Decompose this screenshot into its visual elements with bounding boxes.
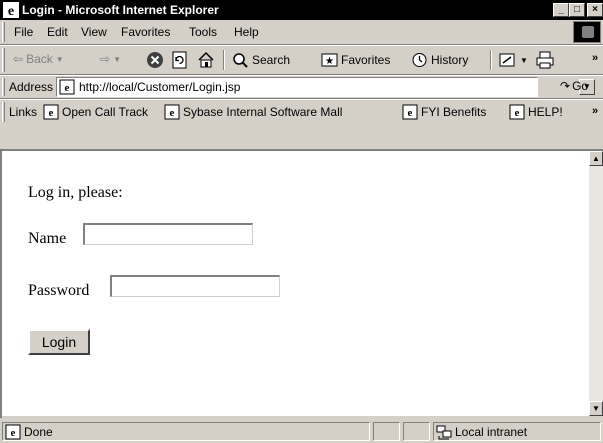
- intranet-zone-icon: [436, 425, 452, 439]
- menu-help[interactable]: Help: [234, 25, 259, 39]
- toolbar-more-chevron[interactable]: »: [592, 52, 598, 64]
- history-label: History: [431, 53, 469, 67]
- address-label: Address: [9, 80, 54, 94]
- login-prompt: Log in, please:: [28, 184, 123, 201]
- address-grip[interactable]: [2, 78, 5, 96]
- go-label: Go: [572, 79, 589, 93]
- favorites-label: Favorites: [341, 53, 391, 67]
- close-button[interactable]: ×: [587, 3, 603, 17]
- status-pane: [403, 422, 430, 441]
- menu-file[interactable]: File: [14, 25, 33, 39]
- svg-text:e: e: [8, 4, 14, 18]
- history-icon: [412, 53, 427, 67]
- menu-favorites[interactable]: Favorites: [121, 25, 170, 39]
- address-bar: Address e http://local/Customer/Login.js…: [0, 76, 603, 98]
- maximize-button[interactable]: □: [569, 3, 585, 17]
- links-label: Links: [9, 105, 38, 119]
- link-label: FYI Benefits: [421, 105, 487, 119]
- page-ie-icon: e: [402, 104, 418, 120]
- zone-text: Local intranet: [455, 424, 528, 439]
- menu-grip[interactable]: [2, 22, 5, 42]
- window-title: Login - Microsoft Internet Explorer: [22, 3, 219, 17]
- page-ie-icon: e: [5, 424, 21, 439]
- svg-text:e: e: [170, 107, 175, 119]
- back-dropdown-icon: ▼: [55, 54, 64, 64]
- login-button[interactable]: Login: [28, 329, 90, 355]
- print-icon[interactable]: [536, 51, 554, 69]
- link-help[interactable]: e HELP!: [509, 104, 563, 120]
- page-ie-icon: e: [509, 104, 525, 120]
- name-label: Name: [28, 230, 67, 247]
- page-ie-icon: e: [43, 104, 59, 120]
- search-label: Search: [252, 53, 291, 67]
- address-url: http://local/Customer/Login.jsp: [79, 80, 241, 94]
- svg-text:e: e: [11, 427, 16, 439]
- ie-logo-icon: e: [3, 2, 19, 18]
- favorites-star-icon: ★: [321, 53, 338, 67]
- favorites-button[interactable]: ★ Favorites: [321, 52, 390, 68]
- password-label: Password: [28, 282, 90, 299]
- mail-icon: [499, 53, 515, 67]
- go-arrow-icon: ↷: [560, 79, 571, 93]
- back-arrow-icon: ⇦: [13, 52, 24, 66]
- svg-text:e: e: [515, 107, 520, 119]
- svg-text:e: e: [65, 82, 70, 94]
- link-sybase-software-mall[interactable]: e Sybase Internal Software Mall: [164, 104, 342, 120]
- svg-text:e: e: [49, 107, 54, 119]
- status-text: Done: [24, 424, 53, 439]
- browser-window: e Login - Microsoft Internet Explorer _ …: [0, 0, 603, 443]
- stop-icon[interactable]: [146, 51, 164, 69]
- zone-pane: Local intranet: [433, 422, 601, 441]
- back-label: Back: [26, 52, 53, 66]
- vertical-scrollbar[interactable]: ▲ ▼: [589, 151, 603, 416]
- forward-button[interactable]: ⇨ ▼: [100, 52, 121, 66]
- windows-logo-throbber: [573, 21, 601, 43]
- forward-dropdown-icon: ▼: [113, 54, 121, 64]
- links-grip[interactable]: [2, 102, 5, 122]
- status-main-pane: e Done: [2, 422, 370, 441]
- link-open-call-track[interactable]: e Open Call Track: [43, 104, 148, 120]
- toolbar-grip[interactable]: [2, 48, 5, 72]
- password-input[interactable]: [110, 275, 280, 297]
- menu-view[interactable]: View: [81, 25, 107, 39]
- home-icon[interactable]: [197, 51, 215, 69]
- standard-toolbar: ⇦ Back ▼ ⇨ ▼ Search ★ Favorites History …: [0, 46, 603, 74]
- search-icon: [233, 53, 248, 68]
- mail-dropdown-icon: ▼: [520, 55, 528, 65]
- scroll-up-button[interactable]: ▲: [589, 151, 603, 166]
- page-ie-icon: e: [164, 104, 180, 120]
- page-ie-icon: e: [59, 79, 75, 95]
- status-bar: e Done Local intranet: [0, 420, 603, 443]
- toolbar-divider: [223, 50, 225, 70]
- menu-bar: File Edit View Favorites Tools Help: [0, 20, 603, 44]
- svg-text:★: ★: [325, 56, 334, 67]
- link-label: Open Call Track: [62, 105, 149, 119]
- status-pane: [373, 422, 400, 441]
- scroll-down-button[interactable]: ▼: [589, 401, 603, 416]
- address-input[interactable]: e http://local/Customer/Login.jsp ▼: [56, 77, 595, 97]
- title-bar[interactable]: e Login - Microsoft Internet Explorer _ …: [0, 0, 603, 20]
- back-button[interactable]: ⇦ Back ▼: [13, 52, 64, 66]
- menu-tools[interactable]: Tools: [189, 25, 217, 39]
- toolbar-divider: [490, 50, 492, 70]
- links-more-chevron[interactable]: »: [592, 105, 598, 117]
- search-button[interactable]: Search: [232, 52, 290, 68]
- forward-arrow-icon: ⇨: [100, 52, 111, 66]
- refresh-icon[interactable]: [172, 51, 188, 69]
- mail-button[interactable]: ▼: [499, 52, 528, 68]
- go-button[interactable]: ↷ Go: [560, 79, 588, 93]
- links-bar: Links e Open Call Track e Sybase Interna…: [0, 100, 603, 124]
- menu-edit[interactable]: Edit: [47, 25, 68, 39]
- history-button[interactable]: History: [411, 52, 468, 68]
- link-label: HELP!: [528, 105, 563, 119]
- name-input[interactable]: [83, 223, 253, 245]
- svg-text:e: e: [408, 107, 413, 119]
- page-content: Log in, please: Name Password Login: [2, 151, 589, 416]
- minimize-button[interactable]: _: [553, 3, 569, 17]
- link-fyi-benefits[interactable]: e FYI Benefits: [402, 104, 486, 120]
- link-label: Sybase Internal Software Mall: [183, 105, 343, 119]
